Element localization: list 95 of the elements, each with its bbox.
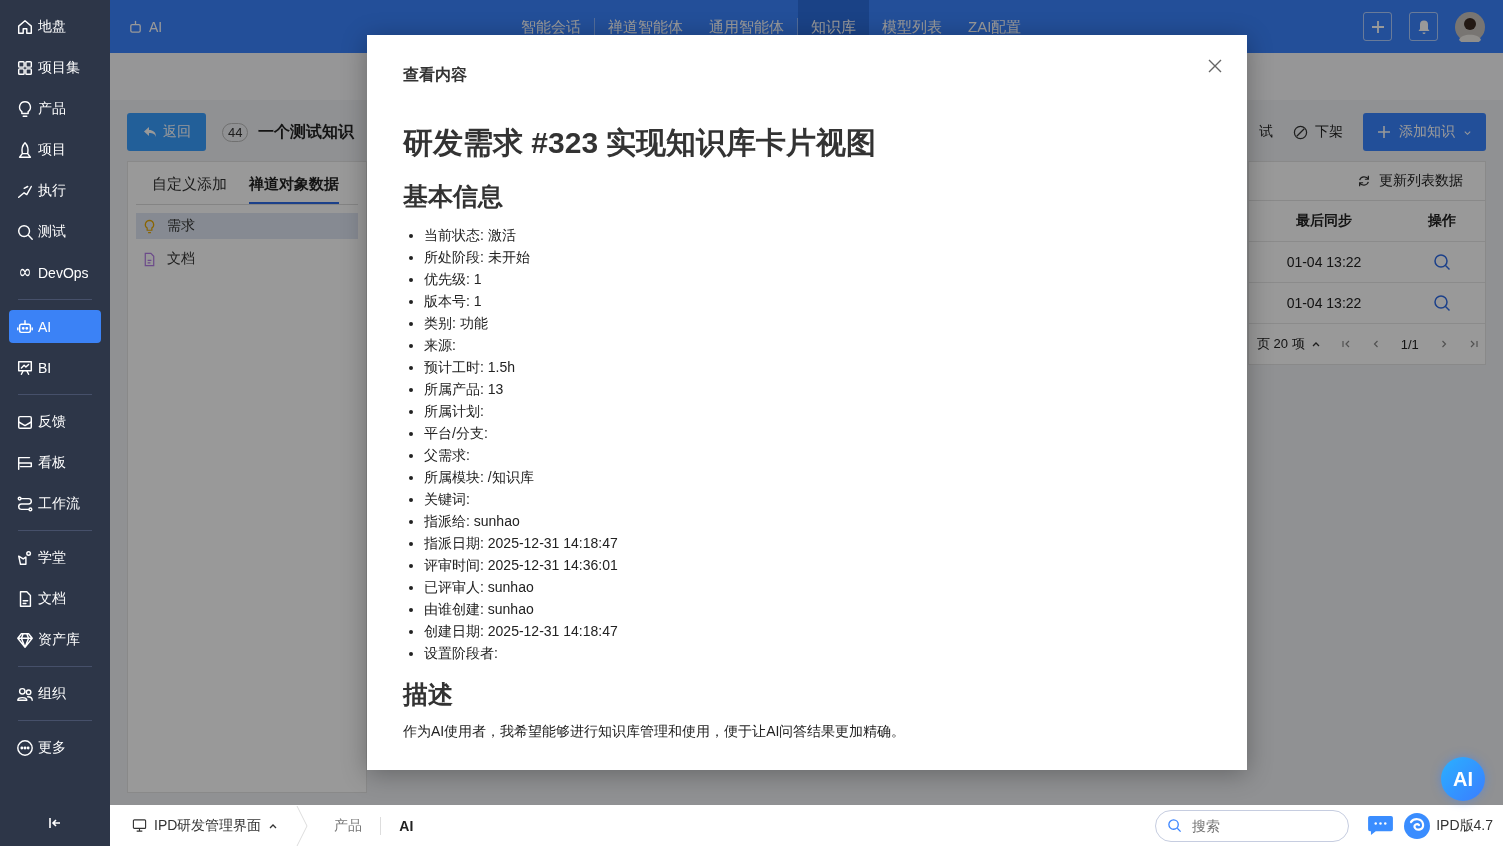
field-text: 类别: 功能 (424, 315, 488, 333)
action-link[interactable]: 下架 (1293, 123, 1343, 141)
search-icon (1167, 817, 1183, 833)
section-heading: 基本信息 (403, 181, 504, 211)
column-header: 最后同步 (1295, 212, 1353, 230)
field-text: 所属计划: (424, 403, 484, 421)
refresh-link[interactable]: 更新列表数据 (1357, 172, 1463, 190)
column-header: 操作 (1427, 212, 1457, 230)
monitor-icon (132, 818, 147, 833)
sidebar-item[interactable]: 组织 (9, 677, 101, 710)
field-text: 预计工时: 1.5h (424, 359, 516, 377)
sidebar-item[interactable]: 资产库 (9, 623, 101, 656)
ban-icon (1293, 124, 1308, 140)
chevron-separator-icon (296, 805, 309, 846)
refresh-icon (1357, 174, 1371, 188)
field-text: 来源: (424, 337, 456, 355)
robot-icon (128, 19, 143, 34)
add-button[interactable] (1363, 12, 1392, 41)
search-icon (16, 222, 34, 241)
field-text: 评审时间: 2025-12-31 14:36:01 (424, 557, 618, 575)
object-item[interactable]: 文档 (136, 246, 358, 272)
hand-icon (16, 548, 34, 567)
field-text: 指派日期: 2025-12-31 14:18:47 (424, 535, 618, 553)
document-icon (142, 251, 157, 267)
back-arrow-icon (142, 125, 157, 139)
search-icon[interactable] (1433, 294, 1451, 312)
breadcrumb[interactable]: 产品 (326, 816, 371, 835)
rocket-icon (16, 140, 34, 159)
search-field[interactable]: 搜索 (1155, 809, 1350, 842)
description-text: 作为AI使用者，我希望能够进行知识库管理和使用，便于让AI问答结果更加精确。 (403, 723, 907, 741)
field-text: 所属模块: /知识库 (424, 469, 534, 487)
close-icon[interactable] (1208, 59, 1222, 73)
sidebar-item[interactable]: 工作流 (9, 487, 101, 520)
last-page-icon[interactable] (1468, 339, 1479, 349)
first-page-icon[interactable] (1340, 339, 1351, 349)
swirl-logo-icon (1404, 812, 1431, 839)
bulb-icon (142, 218, 157, 234)
field-text: 由谁创建: sunhao (424, 601, 534, 619)
sidebar-item[interactable]: 更多 (9, 731, 101, 764)
sidebar-item[interactable]: 产品 (9, 92, 101, 125)
bulb-icon (16, 99, 34, 118)
chat-icon[interactable] (1367, 815, 1395, 836)
field-text: 创建日期: 2025-12-31 14:18:47 (424, 623, 618, 641)
table-cell-text: 01-04 13:22 (1285, 254, 1363, 270)
module-name: AI (149, 18, 163, 35)
page-size[interactable]: 页 20 项 (1257, 335, 1305, 353)
field-text: 关键词: (424, 491, 470, 509)
dialog-title: 查看内容 (403, 65, 467, 85)
breadcrumb[interactable]: AI (391, 817, 422, 834)
sidebar-item[interactable]: 地盘 (9, 10, 101, 43)
field-text: 指派给: sunhao (424, 513, 520, 531)
table-cell-text: 01-04 13:22 (1285, 295, 1363, 311)
tab[interactable]: 自定义添加 (152, 162, 227, 204)
collapse-icon[interactable] (48, 816, 62, 830)
section-heading: 描述 (403, 679, 454, 709)
document-heading: 研发需求 #323 实现知识库卡片视图 (403, 125, 878, 161)
field-text: 优先级: 1 (424, 271, 482, 289)
action-link[interactable]: 试 (1259, 123, 1273, 141)
page-title: 一个测试知识 (258, 121, 355, 142)
sidebar-item[interactable]: DevOps (9, 256, 101, 289)
avatar[interactable] (1455, 11, 1485, 42)
field-text: 当前状态: 激活 (424, 227, 516, 245)
robot-icon (16, 317, 34, 336)
plus-icon (1369, 18, 1386, 35)
sidebar-item[interactable]: 看板 (9, 446, 101, 479)
sidebar-item[interactable]: 执行 (9, 174, 101, 207)
sidebar-item[interactable]: 项目集 (9, 51, 101, 84)
sidebar-item[interactable]: 测试 (9, 215, 101, 248)
home-icon (16, 17, 34, 36)
chart-board-icon (16, 358, 34, 377)
version-label: IPD版4.7 (1436, 816, 1493, 835)
sidebar-item[interactable]: 文档 (9, 582, 101, 615)
field-text: 设置阶段者: (424, 645, 498, 663)
field-text: 所属产品: 13 (424, 381, 504, 399)
field-text: 已评审人: sunhao (424, 579, 534, 597)
field-text: 所处阶段: 未开始 (424, 249, 530, 267)
sidebar-item[interactable]: 学堂 (9, 541, 101, 574)
field-text: 平台/分支: (424, 425, 488, 443)
search-icon[interactable] (1433, 253, 1451, 271)
plus-icon (1377, 125, 1391, 139)
object-item[interactable]: 需求 (136, 213, 358, 239)
sidebar-item[interactable]: 反馈 (9, 405, 101, 438)
app-switcher[interactable]: IPD研发管理界面 (132, 816, 279, 835)
sidebar-item[interactable]: 项目 (9, 133, 101, 166)
page-number: 1/1 (1400, 336, 1419, 352)
sidebar-item[interactable]: BI (9, 351, 101, 384)
more-icon (16, 738, 34, 757)
sidebar-item[interactable]: AI (9, 310, 101, 343)
tab[interactable]: 禅道对象数据 (249, 162, 339, 204)
field-text: 父需求: (424, 447, 470, 465)
notification-button[interactable] (1409, 12, 1438, 41)
flow-icon (16, 494, 34, 513)
field-text: 版本号: 1 (424, 293, 482, 311)
grid-icon (16, 58, 34, 77)
diamond-icon (16, 630, 34, 649)
